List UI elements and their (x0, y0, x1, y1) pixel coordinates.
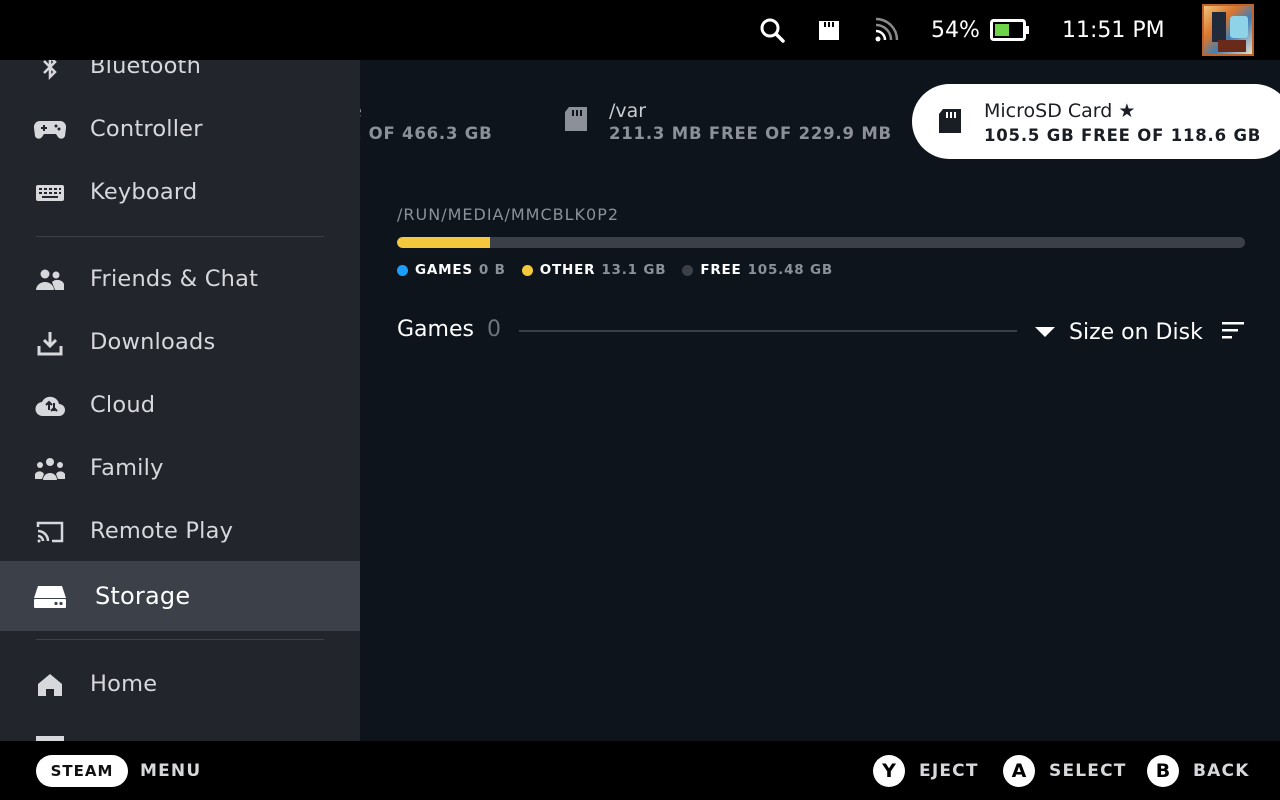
storage-legend: GAMES 0 B OTHER 13.1 GB FREE 105.48 GB (397, 262, 849, 278)
eject-button[interactable]: Y EJECT (873, 755, 979, 787)
wifi-icon (873, 0, 899, 60)
sidebar-item-bluetooth[interactable]: Bluetooth (0, 60, 360, 98)
sidebar-item-label: Family (90, 455, 164, 481)
cast-icon (34, 517, 66, 547)
family-icon (34, 454, 66, 484)
drive-name: /var (609, 100, 647, 122)
eject-label: EJECT (919, 761, 979, 781)
search-icon[interactable] (759, 0, 785, 60)
legend-value: 105.48 GB (747, 262, 833, 278)
drive-free: 211.3 MB FREE OF 229.9 MB (609, 124, 892, 143)
legend-dot-icon (397, 264, 408, 276)
drive-item-var[interactable]: /var 211.3 MB FREE OF 229.9 MB (564, 100, 892, 143)
legend-dot-icon (682, 264, 694, 276)
sidebar-item-label: Downloads (90, 329, 216, 355)
legend-key: FREE (700, 262, 742, 278)
keyboard-icon (34, 178, 66, 208)
star-icon: ★ (1118, 100, 1136, 122)
battery-percent: 54% (931, 17, 980, 43)
back-label: BACK (1193, 761, 1250, 781)
sidebar-item-downloads[interactable]: Downloads (0, 311, 360, 374)
legend-item-other: OTHER 13.1 GB (521, 262, 667, 278)
sidebar-item-keyboard[interactable]: Keyboard (0, 161, 360, 224)
header-divider (519, 330, 1017, 332)
sidebar-item-label: Bluetooth (90, 60, 202, 79)
sidebar-item-partial (90, 730, 130, 741)
storage-usage-bar (397, 237, 1245, 248)
games-count: 0 (487, 317, 501, 342)
chevron-down-icon (1035, 323, 1055, 342)
usage-bar-other (397, 237, 491, 248)
sidebar-item-label: Cloud (90, 392, 156, 418)
legend-value: 0 B (478, 262, 506, 278)
cloud-icon (34, 391, 66, 421)
legend-item-free: FREE 105.48 GB (682, 262, 833, 278)
bluetooth-icon (34, 60, 66, 82)
drive-item-microsd[interactable]: MicroSD Card ★ 105.5 GB FREE OF 118.6 GB (912, 84, 1280, 159)
menu-label: MENU (140, 761, 202, 781)
games-header: Games 0 Size on Disk (397, 315, 1247, 349)
sidebar-item-label: Controller (90, 116, 203, 142)
sort-order-icon[interactable] (1222, 320, 1246, 344)
select-button[interactable]: A SELECT (1003, 755, 1127, 787)
sidebar-item-friends-chat[interactable]: Friends & Chat (0, 248, 360, 311)
sidebar-divider (36, 639, 324, 640)
sidebar-item-cloud[interactable]: Cloud (0, 374, 360, 437)
sd-card-icon (938, 108, 962, 138)
y-button-icon: Y (873, 755, 905, 787)
drive-item-internal[interactable]: e E OF 466.3 GB (360, 100, 493, 143)
drive-name-row: MicroSD Card ★ (984, 100, 1135, 122)
clock: 11:51 PM (1062, 17, 1165, 43)
sidebar-item-label: Storage (95, 582, 191, 610)
settings-sidebar: Bluetooth Controller Keyboard Friends & … (0, 60, 360, 741)
legend-key: GAMES (415, 262, 473, 278)
sort-dropdown[interactable]: Size on Disk (1035, 315, 1203, 349)
drive-free: E OF 466.3 GB (360, 124, 493, 143)
games-title: Games (397, 317, 474, 342)
sidebar-item-label: Friends & Chat (90, 266, 259, 292)
a-button-icon: A (1003, 755, 1035, 787)
sidebar-item-controller[interactable]: Controller (0, 98, 360, 161)
b-button-icon: B (1147, 755, 1179, 787)
footer-bar: STEAM MENU Y EJECT A SELECT B BACK (0, 741, 1280, 800)
sidebar-item-remote-play[interactable]: Remote Play (0, 500, 360, 563)
controller-icon (34, 115, 66, 145)
drive-name: MicroSD Card (984, 100, 1113, 122)
sidebar-item-label: Remote Play (90, 518, 234, 544)
sd-card-icon (816, 0, 842, 60)
friends-icon (34, 265, 66, 295)
home-icon (34, 670, 66, 700)
sidebar-item-storage[interactable]: Storage (0, 561, 360, 631)
sidebar-item-label: Home (90, 671, 158, 697)
sidebar-divider (36, 236, 324, 237)
battery-icon (990, 0, 1030, 60)
download-icon (34, 328, 66, 358)
steam-button[interactable]: STEAM (36, 755, 128, 787)
select-label: SELECT (1049, 761, 1127, 781)
mount-path: /RUN/MEDIA/MMCBLK0P2 (397, 205, 620, 224)
storage-icon (34, 581, 66, 611)
back-button[interactable]: B BACK (1147, 755, 1250, 787)
sidebar-item-label: Keyboard (90, 179, 198, 205)
legend-dot-icon (521, 264, 533, 276)
avatar[interactable] (1202, 4, 1254, 56)
legend-item-games: GAMES 0 B (397, 262, 506, 278)
drive-free: 105.5 GB FREE OF 118.6 GB (984, 126, 1262, 145)
sort-label: Size on Disk (1069, 319, 1203, 345)
drive-name: e (360, 100, 493, 122)
sidebar-item-home[interactable]: Home (0, 653, 360, 716)
status-bar: 54% 11:51 PM (0, 0, 1280, 60)
legend-value: 13.1 GB (601, 262, 667, 278)
sidebar-item-family[interactable]: Family (0, 437, 360, 500)
legend-key: OTHER (539, 262, 596, 278)
storage-panel: e E OF 466.3 GB /var 211.3 MB FREE OF 22… (360, 60, 1280, 741)
sd-card-icon (564, 106, 588, 136)
